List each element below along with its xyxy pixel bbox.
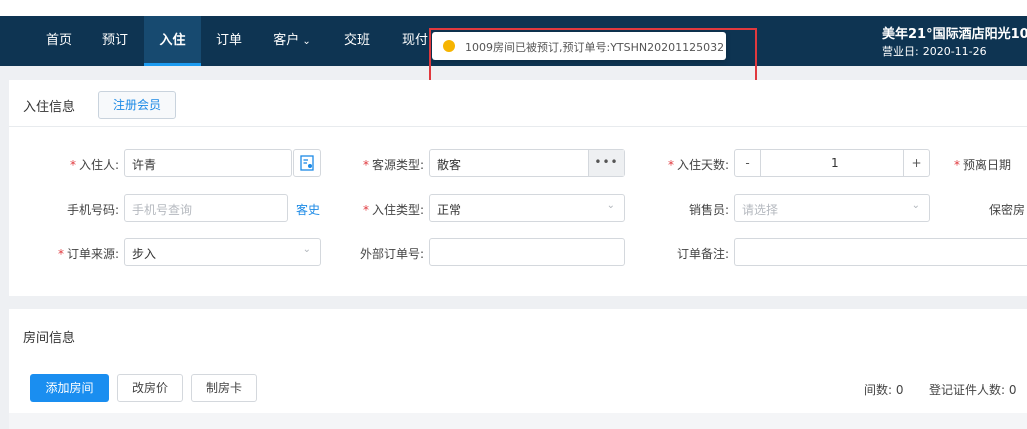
source-type-field[interactable]: 散客 ••• (429, 149, 625, 177)
business-date: 营业日: 2020-11-26 (882, 43, 987, 59)
room-panel: 房间信息 添加房间 改房价 制房卡 间数: 0 登记证件人数: 0 (9, 309, 1027, 429)
order-source-select[interactable]: 步入 ⌄ (124, 238, 321, 266)
nav-customers-label: 客户 (273, 33, 300, 48)
source-type-label: * 客源类型: (339, 156, 424, 173)
checkin-type-select[interactable]: 正常 ⌄ (429, 194, 625, 222)
room-table-header (9, 413, 1027, 429)
add-room-button[interactable]: 添加房间 (30, 374, 109, 402)
order-note-input[interactable] (734, 238, 1027, 266)
make-room-card-button[interactable]: 制房卡 (191, 374, 257, 402)
guest-label-text: 入住人: (78, 158, 119, 172)
guest-name-value: 许青 (132, 158, 157, 172)
required-mark: * (954, 158, 960, 172)
guest-label: * 入住人: (29, 156, 119, 173)
order-source-value: 步入 (132, 247, 157, 261)
more-options-button[interactable]: ••• (588, 150, 624, 176)
phone-placeholder: 手机号查询 (132, 203, 193, 217)
required-mark: * (57, 247, 64, 261)
order-source-label-text: 订单来源: (66, 247, 119, 261)
departure-label: * 预离日期 (954, 156, 1011, 173)
days-value: 1 (831, 156, 839, 170)
chevron-down-icon: ⌄ (911, 200, 920, 211)
checkin-type-value: 正常 (437, 203, 462, 217)
phone-label: 手机号码: (66, 203, 119, 217)
days-minus-button[interactable]: - (735, 150, 761, 176)
required-mark: * (362, 203, 369, 217)
checkin-panel: 入住信息 注册会员 * 入住人: 许青 * 客源类型: 散客 ••• * 入住天数: -… (9, 80, 1027, 296)
departure-label-text: 预离日期 (963, 158, 1012, 172)
nav-checkin[interactable]: 入住 (144, 16, 201, 66)
guest-name-field[interactable]: 许青 (124, 149, 292, 177)
business-date-label: 营业日: (882, 45, 919, 58)
room-count-value: 0 (895, 383, 904, 397)
source-type-label-text: 客源类型: (371, 158, 424, 172)
register-member-button[interactable]: 注册会员 (98, 91, 176, 119)
id-card-reader-button[interactable] (293, 149, 321, 177)
business-date-value: 2020-11-26 (922, 45, 987, 58)
id-count: 登记证件人数: 0 (929, 381, 1017, 398)
required-mark: * (69, 158, 76, 172)
checkin-panel-title: 入住信息 (23, 100, 76, 115)
id-count-value: 0 (1008, 383, 1017, 397)
salesperson-select[interactable]: 请选择 ⌄ (734, 194, 930, 222)
hotel-name[interactable]: 美年21°国际酒店阳光100店 (882, 23, 1027, 42)
required-mark: * (667, 158, 674, 172)
days-stepper[interactable]: - 1 + (734, 149, 930, 177)
days-label: * 入住天数: (649, 156, 729, 173)
room-panel-title: 房间信息 (23, 331, 76, 346)
checkin-type-label-text: 入住类型: (371, 203, 424, 217)
order-source-label: * 订单来源: (29, 245, 119, 262)
external-order-label: 外部订单号: (359, 247, 424, 261)
room-count-label: 间数: (864, 383, 893, 397)
nav-customers[interactable]: 客户 ⌄ (260, 16, 324, 66)
phone-input[interactable]: 手机号查询 (124, 194, 288, 222)
checkin-type-label: * 入住类型: (339, 201, 424, 218)
guest-history-link[interactable]: 客史 (296, 201, 320, 218)
chevron-down-icon: ⌄ (606, 200, 615, 211)
id-card-icon (300, 155, 314, 171)
panel-divider (9, 126, 1027, 127)
top-strip (0, 0, 1027, 16)
days-plus-button[interactable]: + (903, 150, 929, 176)
source-type-value: 散客 (437, 158, 462, 172)
change-price-button[interactable]: 改房价 (117, 374, 183, 402)
nav-orders[interactable]: 订单 (204, 16, 254, 66)
nav-reservation[interactable]: 预订 (90, 16, 140, 66)
room-count: 间数: 0 (864, 381, 904, 398)
nav-shift[interactable]: 交班 (332, 16, 382, 66)
confidential-label: 保密房 (989, 203, 1026, 217)
external-order-input[interactable] (429, 238, 625, 266)
days-label-text: 入住天数: (676, 158, 729, 172)
order-note-label: 订单备注: (676, 247, 729, 261)
required-mark: * (362, 158, 369, 172)
chevron-down-icon: ⌄ (302, 36, 311, 47)
salesperson-label: 销售员: (688, 203, 729, 217)
id-count-label: 登记证件人数: (929, 383, 1006, 397)
salesperson-placeholder: 请选择 (742, 203, 779, 217)
nav-home[interactable]: 首页 (32, 16, 86, 66)
chevron-down-icon: ⌄ (302, 244, 311, 255)
